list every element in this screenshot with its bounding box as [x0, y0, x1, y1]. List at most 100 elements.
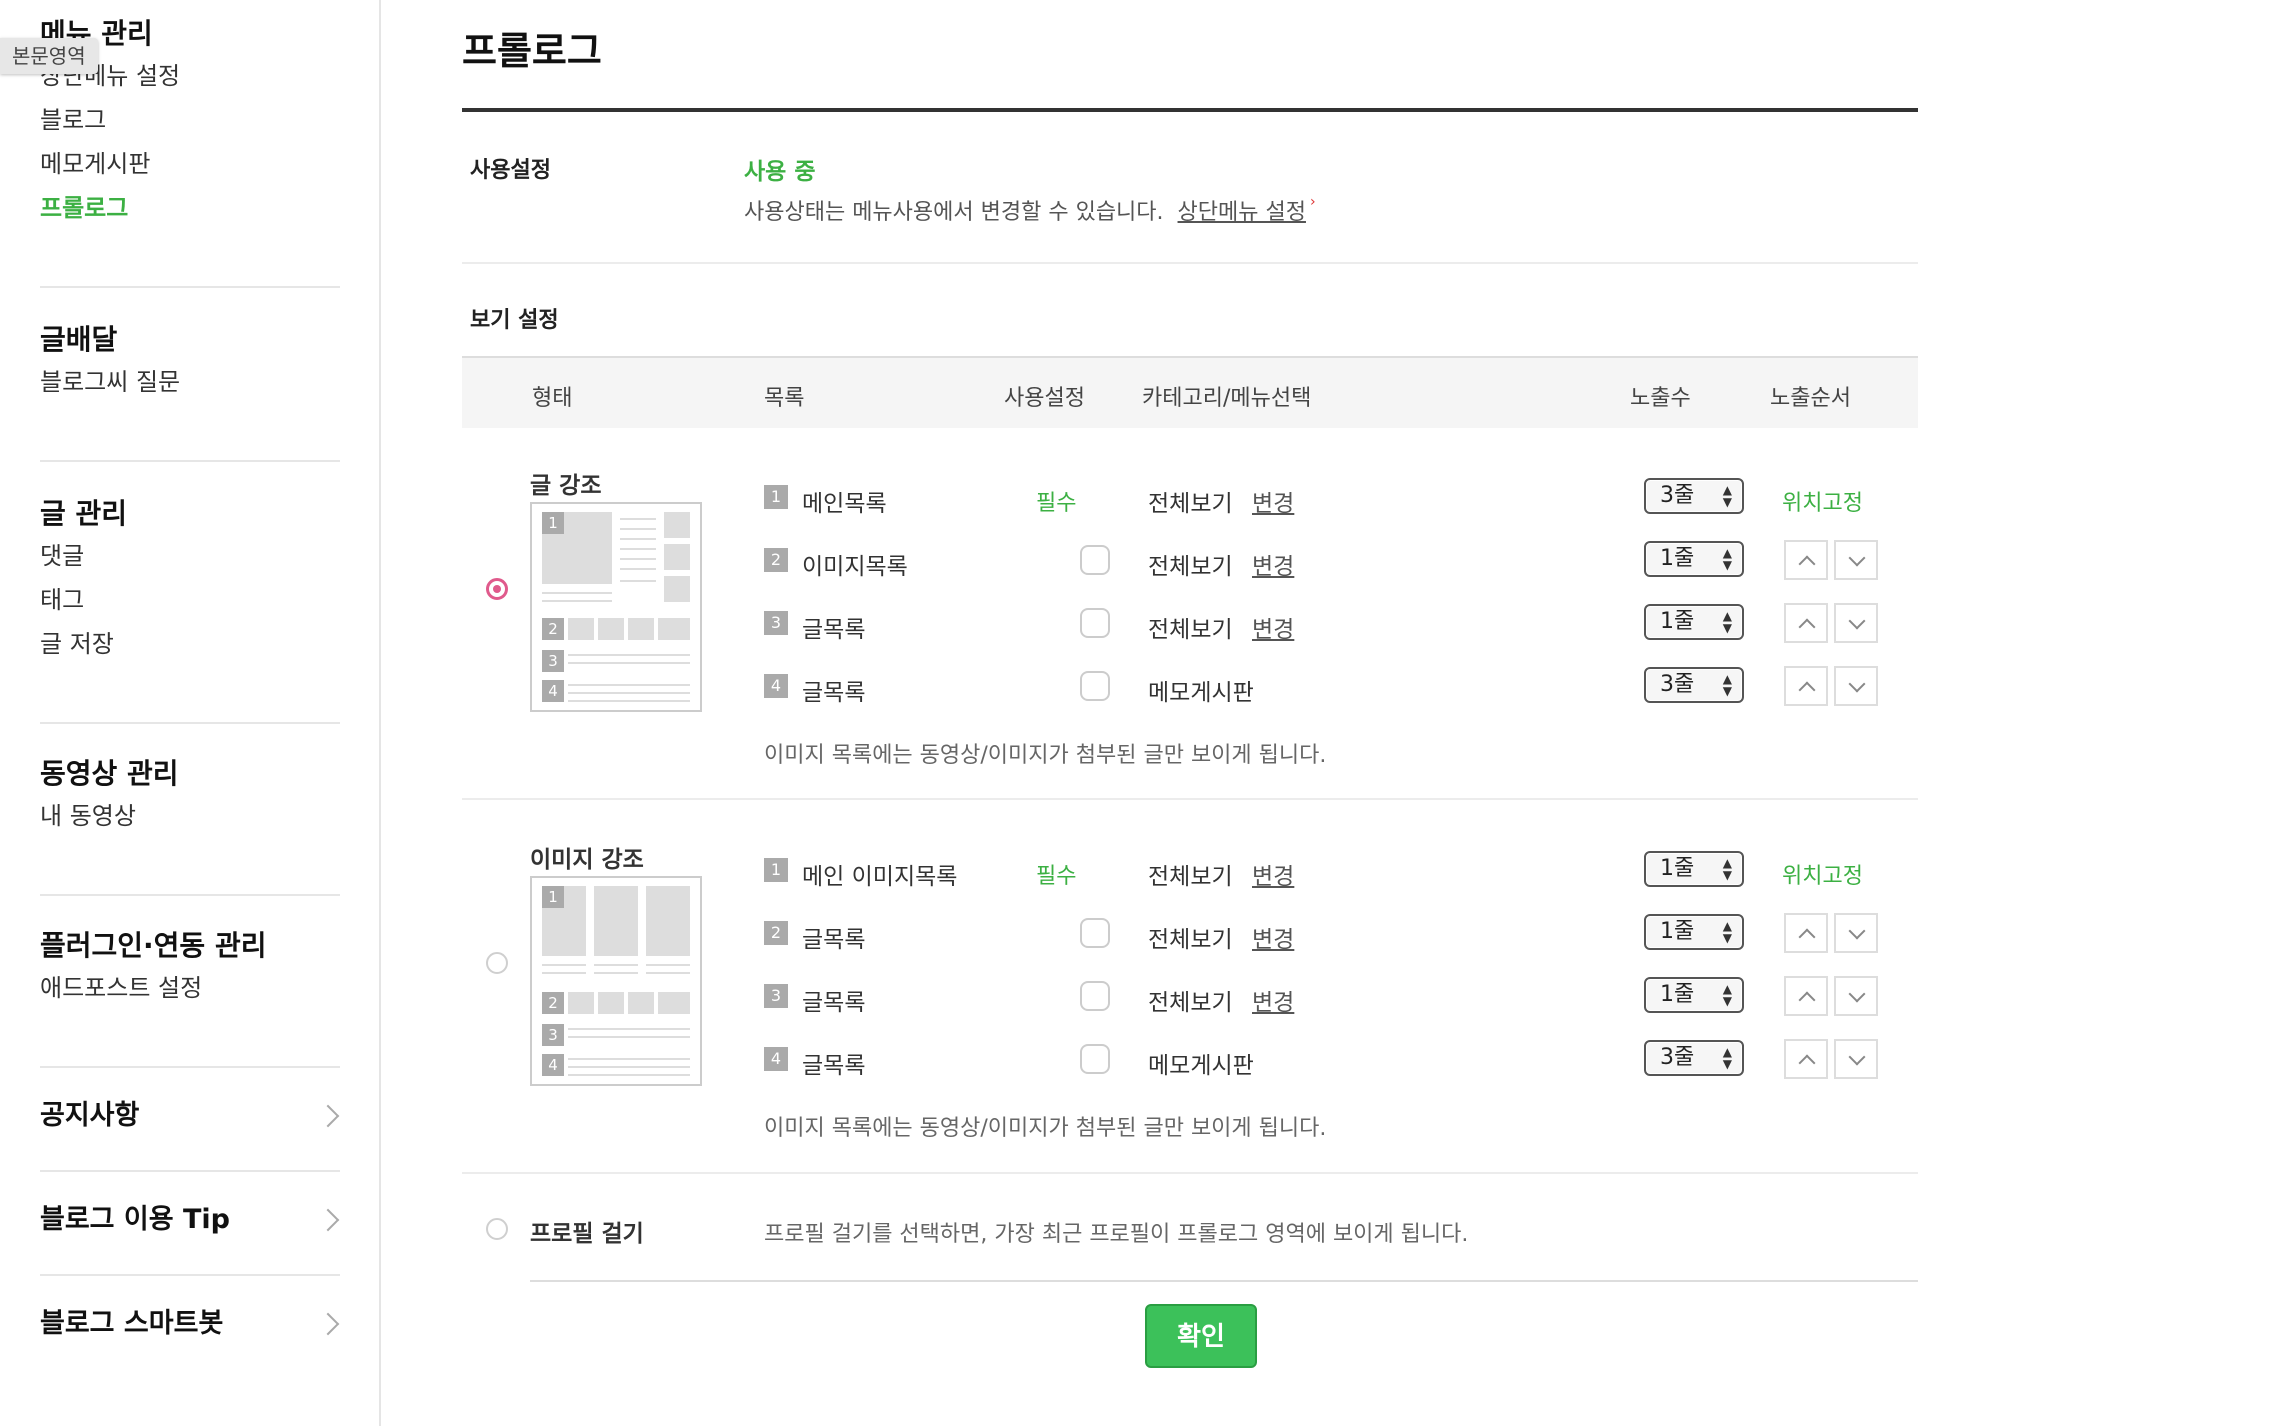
section-divider: [530, 1280, 1918, 1282]
move-down-button[interactable]: [1834, 976, 1878, 1016]
confirm-button[interactable]: 확인: [1145, 1304, 1257, 1368]
select-arrows-icon: ▲ ▼: [1722, 919, 1732, 945]
sidebar-item-post-save[interactable]: 글 저장: [40, 622, 340, 666]
move-up-button[interactable]: [1784, 603, 1828, 643]
select-arrows-icon: ▲ ▼: [1722, 982, 1732, 1008]
count-select-value: 1줄: [1660, 856, 1695, 881]
column-header-form: 형태: [532, 386, 573, 411]
use-checkbox[interactable]: [1080, 545, 1110, 575]
sidebar-group-title: 동영상 관리: [40, 757, 179, 790]
layout-radio-profile[interactable]: [486, 1218, 508, 1240]
change-category-link[interactable]: 변경: [1252, 547, 1294, 581]
count-select[interactable]: 3줄 ▲ ▼: [1644, 478, 1744, 514]
select-arrows-icon: ▲ ▼: [1722, 483, 1732, 509]
row-number: 1: [764, 485, 788, 509]
chevron-right-icon: [316, 1312, 340, 1336]
use-checkbox[interactable]: [1080, 918, 1110, 948]
category-label: 전체보기: [1148, 927, 1233, 953]
use-checkbox[interactable]: [1080, 671, 1110, 701]
sidebar-item-blogci-question[interactable]: 블로그씨 질문: [40, 360, 340, 404]
chevron-down-icon: [1848, 612, 1866, 630]
use-checkbox[interactable]: [1080, 608, 1110, 638]
select-arrows-icon: ▲ ▼: [1722, 856, 1732, 882]
view-settings-label: 보기 설정: [470, 308, 559, 333]
row-name: 글목록: [802, 927, 866, 953]
sidebar-item-tags[interactable]: 태그: [40, 578, 340, 622]
move-up-button[interactable]: [1784, 976, 1828, 1016]
sidebar-divider: [40, 722, 340, 724]
count-select[interactable]: 3줄 ▲ ▼: [1644, 667, 1744, 703]
column-header-list: 목록: [764, 386, 805, 411]
count-select[interactable]: 1줄 ▲ ▼: [1644, 541, 1744, 577]
layout-radio-image-emphasis[interactable]: [486, 952, 508, 974]
section-divider: [462, 798, 1918, 800]
sidebar-item-adpost[interactable]: 애드포스트 설정: [40, 966, 340, 1010]
option-title: 글 강조: [530, 473, 602, 499]
sidebar-link-tip[interactable]: 블로그 이용 Tip: [40, 1190, 340, 1250]
use-checkbox[interactable]: [1080, 1044, 1110, 1074]
select-arrows-icon: ▲ ▼: [1722, 546, 1732, 572]
sidebar-item-memo-board[interactable]: 메모게시판: [40, 142, 340, 186]
usage-status: 사용 중: [744, 159, 816, 185]
row-name: 글목록: [802, 680, 866, 706]
top-menu-settings-link[interactable]: 상단메뉴 설정: [1178, 200, 1306, 225]
count-select[interactable]: 1줄 ▲ ▼: [1644, 914, 1744, 950]
sidebar-item-blog[interactable]: 블로그: [40, 98, 340, 142]
sidebar-link-notice[interactable]: 공지사항: [40, 1086, 340, 1146]
section-divider: [462, 262, 1918, 264]
title-divider: [462, 108, 1918, 112]
required-label: 필수: [1036, 864, 1077, 889]
layout-radio-text-emphasis[interactable]: [486, 578, 508, 600]
page-title: 프롤로그: [462, 29, 602, 73]
chevron-up-icon: [1798, 991, 1816, 1009]
move-down-button[interactable]: [1834, 913, 1878, 953]
count-select[interactable]: 1줄 ▲ ▼: [1644, 977, 1744, 1013]
sidebar: 메뉴 관리 상단메뉴 설정 블로그 메모게시판 프롤로그 글배달 블로그씨 질문…: [0, 0, 381, 1426]
row-number: 4: [764, 1047, 788, 1071]
sidebar-group-title: 플러그인·연동 관리: [40, 929, 267, 962]
change-category-link[interactable]: 변경: [1252, 920, 1294, 954]
chevron-down-icon: [1848, 985, 1866, 1003]
count-select[interactable]: 3줄 ▲ ▼: [1644, 1040, 1744, 1076]
sidebar-link-smartbot[interactable]: 블로그 스마트봇: [40, 1294, 340, 1354]
sidebar-link-label: 공지사항: [40, 1100, 140, 1131]
sidebar-group-post-manage: 글 관리 댓글 태그 글 저장: [40, 494, 340, 666]
move-down-button[interactable]: [1834, 666, 1878, 706]
count-select[interactable]: 1줄 ▲ ▼: [1644, 604, 1744, 640]
move-up-button[interactable]: [1784, 666, 1828, 706]
row-name: 글목록: [802, 1053, 866, 1079]
move-up-button[interactable]: [1784, 540, 1828, 580]
move-down-button[interactable]: [1834, 1039, 1878, 1079]
chevron-up-icon: [1798, 681, 1816, 699]
sidebar-group-delivery: 글배달 블로그씨 질문: [40, 320, 340, 404]
layout-thumbnail-text: 1 2 3 4: [530, 502, 702, 712]
move-up-button[interactable]: [1784, 913, 1828, 953]
change-category-link[interactable]: 변경: [1252, 484, 1294, 518]
chevron-up-icon: [1798, 555, 1816, 573]
change-category-link[interactable]: 변경: [1252, 610, 1294, 644]
change-category-link[interactable]: 변경: [1252, 857, 1294, 891]
table-header: 형태 목록 사용설정 카테고리/메뉴선택 노출수 노출순서: [462, 356, 1918, 428]
sidebar-link-label: 블로그 이용 Tip: [40, 1204, 230, 1235]
move-down-button[interactable]: [1834, 603, 1878, 643]
usage-description-text: 사용상태는 메뉴사용에서 변경할 수 있습니다.: [744, 200, 1164, 225]
count-select-value: 1줄: [1660, 982, 1695, 1007]
section-divider: [462, 1172, 1918, 1174]
category-label: 전체보기: [1148, 990, 1233, 1016]
move-up-button[interactable]: [1784, 1039, 1828, 1079]
count-select-value: 1줄: [1660, 609, 1695, 634]
change-category-link[interactable]: 변경: [1252, 983, 1294, 1017]
option-note: 이미지 목록에는 동영상/이미지가 첨부된 글만 보이게 됩니다.: [764, 743, 1327, 768]
sidebar-item-prologue[interactable]: 프롤로그: [40, 186, 340, 230]
count-select-value: 3줄: [1660, 1045, 1695, 1070]
sidebar-item-my-videos[interactable]: 내 동영상: [40, 794, 340, 838]
use-checkbox[interactable]: [1080, 981, 1110, 1011]
profile-description: 프로필 걸기를 선택하면, 가장 최근 프로필이 프롤로그 영역에 보이게 됩니…: [764, 1222, 1469, 1247]
arrow-right-icon: ›: [1309, 194, 1316, 210]
move-down-button[interactable]: [1834, 540, 1878, 580]
category-label: 전체보기: [1148, 617, 1233, 643]
count-select[interactable]: 1줄 ▲ ▼: [1644, 851, 1744, 887]
layout-thumbnail-image: 1 2 3 4: [530, 876, 702, 1086]
sidebar-divider: [40, 1274, 340, 1276]
sidebar-item-comments[interactable]: 댓글: [40, 534, 340, 578]
